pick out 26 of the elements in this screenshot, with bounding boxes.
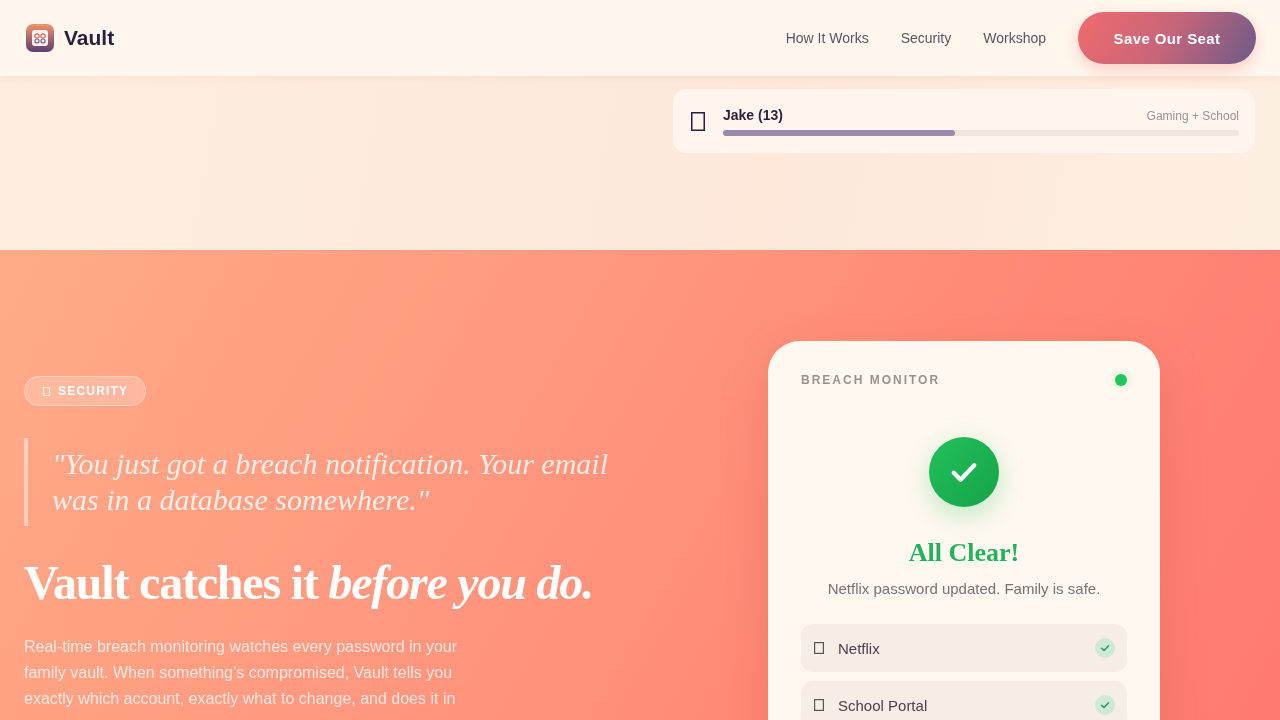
empty-square-icon (43, 386, 50, 396)
check-icon (1095, 638, 1115, 658)
member-name: Jake (13) (723, 106, 783, 123)
account-name: Netflix (838, 639, 881, 657)
vault-logo-icon[interactable] (26, 24, 54, 52)
account-row[interactable]: School Portal (801, 681, 1127, 720)
quote-text: "You just got a breach notification. Your email was in a database somewhere." (24, 438, 632, 526)
empty-square-icon (814, 699, 824, 711)
empty-square-icon (691, 111, 705, 131)
section-heading: Vault catches it before you do. (24, 556, 594, 610)
nav-link[interactable]: How It Works (785, 30, 869, 46)
check-icon (1095, 695, 1115, 715)
nav-link[interactable]: Security (900, 30, 952, 46)
account-name: School Portal (838, 696, 929, 714)
empty-square-icon (814, 642, 824, 654)
status-dot-icon (1115, 374, 1127, 386)
nav-link[interactable]: Workshop (983, 30, 1046, 46)
brand-name[interactable]: Vault (64, 26, 115, 50)
account-row[interactable]: Netflix (801, 624, 1127, 672)
member-tag: Gaming + School (1146, 108, 1239, 123)
save-seat-button[interactable]: Save Our Seat (1078, 12, 1256, 64)
monitor-title: BREACH MONITOR (801, 373, 941, 387)
badge-label: SECURITY (58, 384, 129, 398)
section-description: Real-time breach monitoring watches every password in your family vault. When something’s compromised, Vault tells you exactly which account, exactly what to change, and does it in (24, 637, 459, 709)
status-title: All Clear! (908, 538, 1020, 568)
status-message: Netflix password updated. Family is safe. (827, 580, 1101, 597)
